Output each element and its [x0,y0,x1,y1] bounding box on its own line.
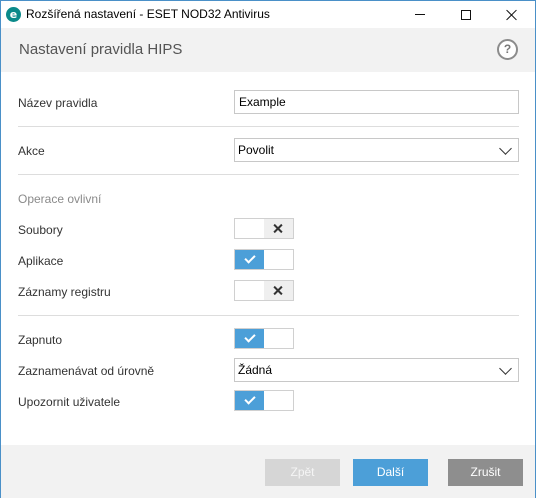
action-select-value: Povolit [238,143,275,157]
next-button[interactable]: Další [353,459,428,486]
log-level-select[interactable]: Žádná [234,358,519,382]
dialog-footer: Zpět Další Zrušit [1,445,535,498]
toggle-knob [264,281,293,300]
check-icon [243,393,256,405]
x-icon [274,224,283,233]
applications-label: Aplikace [18,254,64,268]
cancel-button[interactable]: Zrušit [448,459,523,486]
files-toggle[interactable] [234,218,294,239]
registry-toggle[interactable] [234,280,294,301]
registry-label: Záznamy registru [18,285,111,299]
check-icon [243,252,256,264]
divider [18,315,519,316]
section-label-affected-ops: Operace ovlivní [18,192,102,206]
close-icon [506,9,518,21]
action-select[interactable]: Povolit [234,138,519,162]
enabled-toggle[interactable] [234,328,294,349]
x-icon [274,286,283,295]
divider [18,126,519,127]
files-label: Soubory [18,223,63,237]
check-icon [243,331,256,343]
toggle-knob [235,391,264,410]
rule-name-input[interactable]: Example [234,90,519,114]
log-level-label: Zaznamenávat od úrovně [18,364,155,378]
toggle-knob [264,219,293,238]
toggle-knob [235,250,264,269]
notify-user-toggle[interactable] [234,390,294,411]
maximize-icon [461,9,471,20]
chevron-down-icon [499,142,512,155]
window-title: Rozšířená nastavení - ESET NOD32 Antivir… [26,7,270,21]
dialog-header: Nastavení pravidla HIPS ? [1,28,535,72]
close-button[interactable] [489,1,535,28]
help-button[interactable]: ? [497,39,518,60]
minimize-button[interactable] [397,1,443,28]
action-label: Akce [18,144,45,158]
chevron-down-icon [499,362,512,375]
toggle-knob [235,329,264,348]
enabled-label: Zapnuto [18,333,63,347]
notify-user-label: Upozornit uživatele [18,395,121,409]
dialog-window: e Rozšířená nastavení - ESET NOD32 Antiv… [0,0,536,498]
log-level-select-value: Žádná [238,363,273,377]
applications-toggle[interactable] [234,249,294,270]
page-title: Nastavení pravidla HIPS [19,41,183,58]
divider [18,174,519,175]
back-button[interactable]: Zpět [265,459,340,486]
title-bar[interactable]: e Rozšířená nastavení - ESET NOD32 Antiv… [1,1,535,28]
minimize-icon [415,14,425,15]
eset-logo-icon: e [6,7,21,22]
rule-name-label: Název pravidla [18,96,98,110]
maximize-button[interactable] [443,1,489,28]
